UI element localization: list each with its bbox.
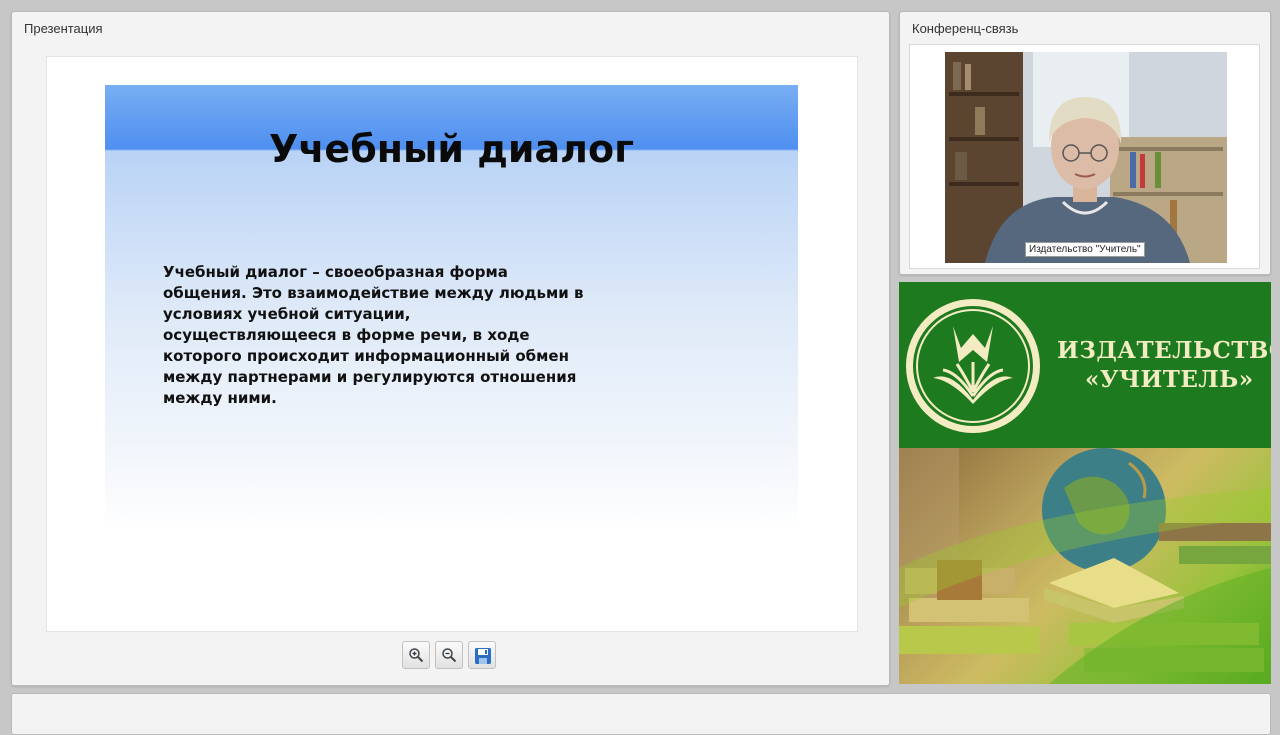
save-button[interactable] bbox=[468, 641, 496, 669]
zoom-in-button[interactable] bbox=[402, 641, 430, 669]
brand-name-line1: ИЗДАТЕЛЬСТВО bbox=[1057, 337, 1271, 364]
banner-brand-area: ИЗДАТЕЛЬСТВО «УЧИТЕЛЬ» bbox=[899, 282, 1271, 448]
zoom-in-icon bbox=[409, 648, 424, 663]
publisher-logo-icon bbox=[906, 299, 1040, 433]
webcam-video[interactable]: Издательство "Учитель" bbox=[945, 52, 1227, 263]
slide-body-line: между партнерами и регулируются отношени… bbox=[163, 368, 577, 386]
slide-body-line: Учебный диалог – своеобразная форма bbox=[163, 263, 508, 281]
bottom-panel bbox=[11, 693, 1271, 735]
zoom-out-button[interactable] bbox=[435, 641, 463, 669]
slide-body-line: общения. Это взаимодействие между людьми… bbox=[163, 284, 584, 302]
slide-body-line: осуществляющееся в форме речи, в ходе bbox=[163, 326, 530, 344]
banner-image bbox=[899, 448, 1271, 684]
books-globe-illustration bbox=[899, 448, 1271, 684]
conference-panel-title: Конференц-связь bbox=[912, 21, 1019, 36]
brand-name-line2: «УЧИТЕЛЬ» bbox=[1085, 366, 1254, 393]
save-icon bbox=[475, 648, 491, 664]
publisher-banner: ИЗДАТЕЛЬСТВО «УЧИТЕЛЬ» bbox=[899, 282, 1271, 684]
slide-body: Учебный диалог – своеобразная форма обще… bbox=[163, 262, 653, 409]
slide: Учебный диалог Учебный диалог – своеобра… bbox=[105, 85, 798, 532]
slide-body-line: которого происходит информационный обмен bbox=[163, 347, 569, 365]
zoom-out-icon bbox=[442, 648, 457, 663]
slide-body-line: условиях учебной ситуации, bbox=[163, 305, 411, 323]
presentation-panel-title: Презентация bbox=[24, 21, 103, 36]
conference-panel: Конференц-связь Издательство "Учитель" bbox=[899, 11, 1271, 275]
video-caption: Издательство "Учитель" bbox=[1025, 242, 1145, 257]
slide-viewport: Учебный диалог Учебный диалог – своеобра… bbox=[46, 56, 858, 632]
slide-body-line: между ними. bbox=[163, 389, 277, 407]
slide-title: Учебный диалог bbox=[269, 127, 634, 171]
presenter-video-image bbox=[945, 52, 1227, 263]
video-frame: Издательство "Учитель" bbox=[909, 44, 1260, 269]
presentation-panel: Презентация Учебный диалог Учебный диало… bbox=[11, 11, 890, 686]
